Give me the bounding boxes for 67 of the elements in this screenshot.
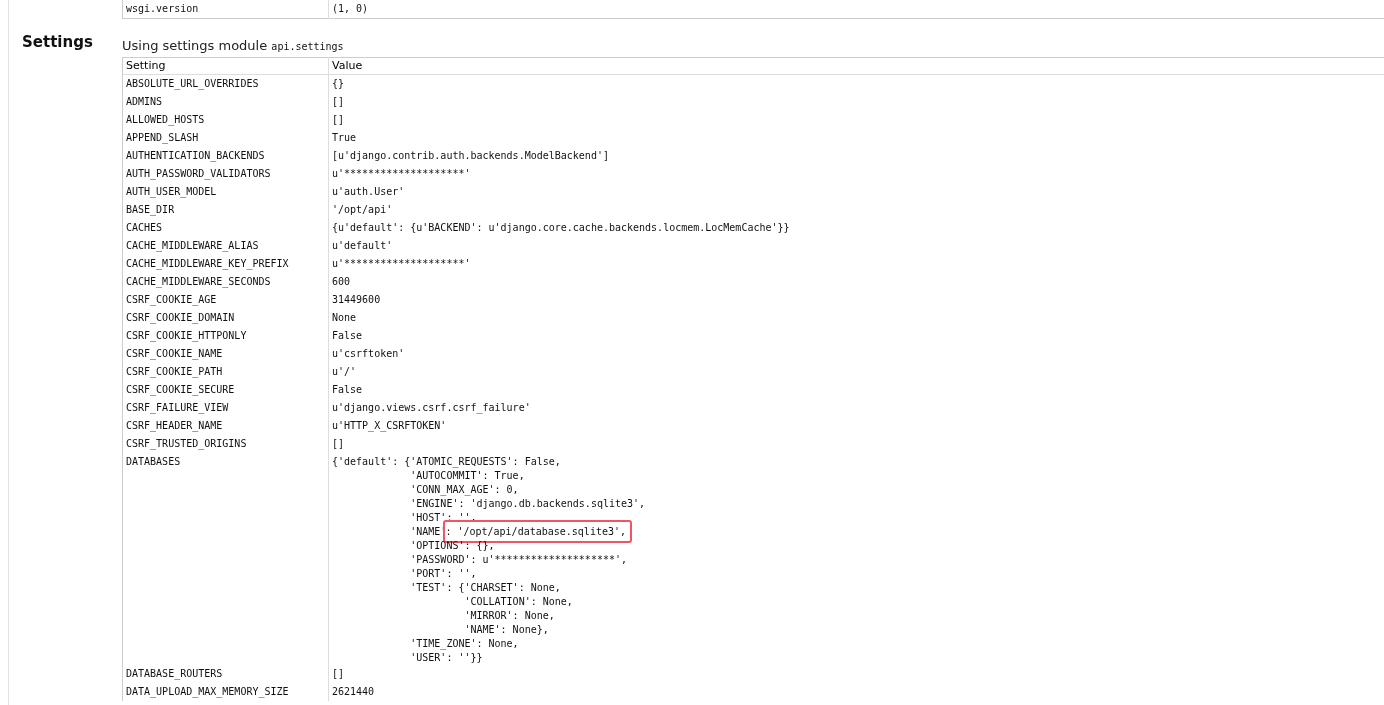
setting-name: CSRF_COOKIE_NAME — [126, 348, 223, 359]
setting-value: 'COLLATION': None, — [463, 596, 573, 607]
setting-name: CSRF_COOKIE_HTTPONLY — [126, 330, 247, 341]
setting-name: AUTH_USER_MODEL — [126, 186, 217, 197]
setting-name: CACHE_MIDDLEWARE_SECONDS — [126, 276, 271, 287]
setting-value: u'/' — [332, 366, 357, 377]
intro-text: Using settings module — [122, 38, 269, 53]
setting-value: u'********************' — [332, 168, 471, 179]
setting-name: wsgi.version — [126, 3, 199, 14]
setting-name: CACHE_MIDDLEWARE_KEY_PREFIX — [126, 258, 289, 269]
setting-name: ADMINS — [126, 96, 163, 107]
setting-value: [u'django.contrib.auth.backends.ModelBackend'] — [332, 150, 609, 161]
setting-value: {u'default': {u'BACKEND': u'django.core.cache.backends.locmem.LocMemCache'}} — [332, 222, 790, 233]
setting-value: u'HTTP_X_CSRFTOKEN' — [332, 420, 447, 431]
setting-name: ABSOLUTE_URL_OVERRIDES — [126, 78, 259, 89]
setting-name: AUTHENTICATION_BACKENDS — [126, 150, 265, 161]
setting-value: [] — [332, 438, 345, 449]
setting-name: CACHE_MIDDLEWARE_ALIAS — [126, 240, 259, 251]
setting-value: 'ENGINE': 'django.db.backends.sqlite3', — [409, 498, 646, 509]
setting-value: 600 — [332, 276, 351, 287]
setting-value: 31449600 — [332, 294, 381, 305]
setting-name: CSRF_COOKIE_PATH — [126, 366, 223, 377]
setting-value: False — [332, 330, 363, 341]
setting-name: CSRF_HEADER_NAME — [126, 420, 223, 431]
setting-value: u'auth.User' — [332, 186, 405, 197]
setting-value: 'AUTOCOMMIT': True, — [409, 470, 525, 481]
setting-value: False — [332, 384, 363, 395]
setting-value: u'default' — [332, 240, 393, 251]
setting-value: u'csrftoken' — [332, 348, 405, 359]
setting-name: BASE_DIR — [126, 204, 175, 215]
setting-name: CSRF_TRUSTED_ORIGINS — [126, 438, 247, 449]
setting-value: {'default': {'ATOMIC_REQUESTS': False, — [332, 456, 561, 467]
setting-value: '/opt/api' — [332, 204, 393, 215]
setting-value: 'PASSWORD': u'********************', — [409, 554, 627, 565]
column-header: Setting — [126, 59, 166, 72]
setting-name: CSRF_FAILURE_VIEW — [126, 402, 229, 413]
setting-name: CSRF_COOKIE_DOMAIN — [126, 312, 235, 323]
setting-value: 2621440 — [332, 686, 375, 697]
setting-name: APPEND_SLASH — [126, 132, 199, 143]
setting-value: (1, 0) — [332, 3, 369, 14]
setting-value: True — [332, 132, 357, 143]
setting-name: AUTH_PASSWORD_VALIDATORS — [126, 168, 271, 179]
setting-value: 'MIRROR': None, — [463, 610, 555, 621]
setting-name: DATABASES — [126, 456, 181, 467]
setting-value: {} — [332, 78, 345, 89]
setting-value: [] — [332, 114, 345, 125]
setting-value: 'NAME': None}, — [463, 624, 549, 635]
column-header: Value — [332, 59, 363, 72]
setting-name: CSRF_COOKIE_AGE — [126, 294, 217, 305]
setting-value: 'USER': ''}} — [409, 652, 483, 663]
section-title: Settings — [22, 33, 94, 51]
setting-value: u'********************' — [332, 258, 471, 269]
module-name: api.settings — [271, 41, 344, 52]
setting-name: ALLOWED_HOSTS — [126, 114, 205, 125]
setting-value: 'TIME_ZONE': None, — [409, 638, 519, 649]
setting-name: DATA_UPLOAD_MAX_MEMORY_SIZE — [126, 686, 289, 697]
setting-value: None — [332, 312, 357, 323]
setting-value: u'django.views.csrf.csrf_failure' — [332, 402, 531, 413]
setting-name: CSRF_COOKIE_SECURE — [126, 384, 235, 395]
setting-value: 'PORT': '', — [409, 568, 477, 579]
setting-name: DATABASE_ROUTERS — [126, 668, 223, 679]
setting-value: [] — [332, 96, 345, 107]
setting-name: CACHES — [126, 222, 163, 233]
setting-value: 'CONN_MAX_AGE': 0, — [409, 484, 519, 495]
setting-value: 'OPTIONS': {}, — [409, 540, 495, 551]
setting-value: [] — [332, 668, 345, 679]
setting-value: 'TEST': {'CHARSET': None, — [409, 582, 561, 593]
